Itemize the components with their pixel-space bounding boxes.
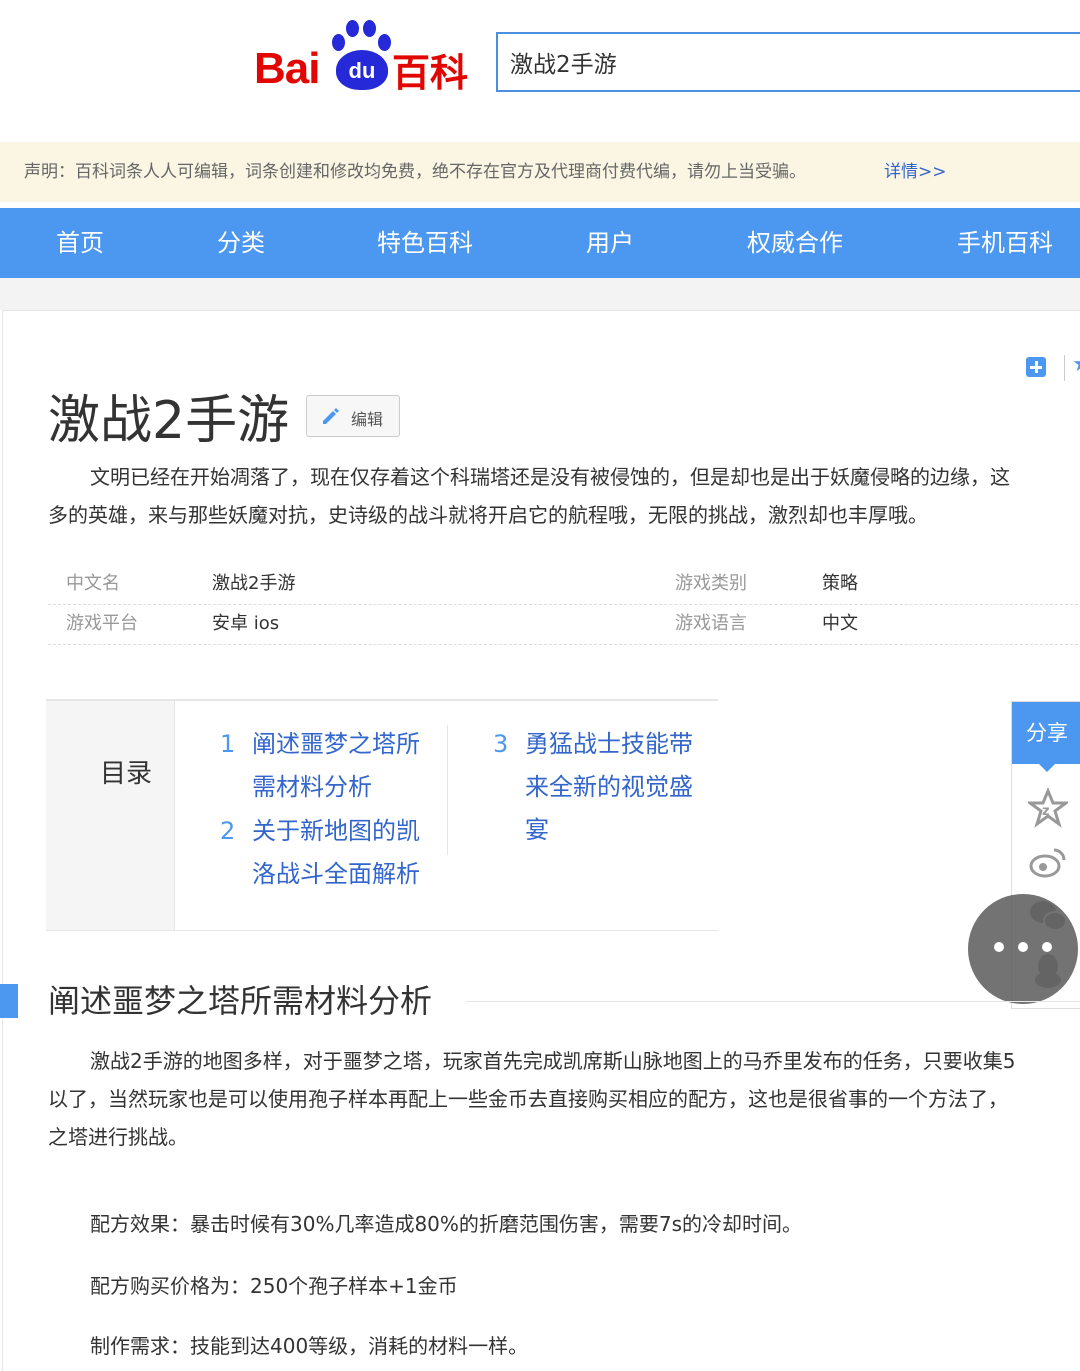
nav-item-home[interactable]: 首页 <box>56 208 104 278</box>
more-dots-icon <box>994 942 1054 956</box>
paragraph-line: 之塔进行挑战。 <box>48 1125 188 1149</box>
toc-item-text: 勇猛战士技能带 <box>525 730 693 758</box>
nav-item-mobile[interactable]: 手机百科 <box>957 208 1053 278</box>
gray-separator <box>0 278 1080 310</box>
more-options-button[interactable] <box>968 894 1078 1004</box>
baidu-baike-logo[interactable]: Bai du 百科 <box>254 18 469 95</box>
info-value: 中文 <box>822 613 858 634</box>
info-key: 游戏平台 <box>66 613 138 634</box>
nav-item-user[interactable]: 用户 <box>586 208 634 278</box>
toc-column-divider <box>447 725 448 855</box>
summary-line: 多的英雄，来与那些妖魔对抗，史诗级的战斗就将开启它的航程哦，无限的挑战，激烈却也… <box>48 503 928 527</box>
nav-item-featured[interactable]: 特色百科 <box>377 208 473 278</box>
share-header-arrow <box>1039 764 1055 772</box>
main-nav: 首页 分类 特色百科 用户 权威合作 手机百科 <box>0 208 1080 278</box>
recipe-requirement: 制作需求：技能到达400等级，消耗的材料一样。 <box>90 1334 529 1358</box>
info-value: 策略 <box>822 573 858 594</box>
logo-baike-text: 百科 <box>392 51 469 95</box>
toc-item-text: 需材料分析 <box>252 773 372 801</box>
search-input[interactable] <box>498 34 1080 90</box>
summary-line: 文明已经在开始凋落了，现在仅存着这个科瑞塔还是没有被侵蚀的，但是却也是出于妖魔侵… <box>90 465 1010 489</box>
section-paragraph: 激战2手游的地图多样，对于噩梦之塔，玩家首先完成凯席斯山脉地图上的马乔里发布的任… <box>48 1042 1080 1156</box>
toc-item-text: 宴 <box>525 816 549 844</box>
info-value: 安卓 ios <box>212 613 280 634</box>
toc-item-number: 1 <box>220 730 236 758</box>
details-link[interactable]: 详情>> <box>884 142 947 202</box>
recipe-price: 配方购买价格为：250个孢子样本+1金币 <box>90 1274 458 1298</box>
toc-title: 目录 <box>100 759 153 789</box>
toc-item-number: 2 <box>220 817 236 845</box>
paragraph-line: 以了，当然玩家也是可以使用孢子样本再配上一些金币去直接购买相应的配方，这也是很省… <box>48 1087 1008 1111</box>
info-key: 游戏类别 <box>675 573 747 594</box>
edit-button-label: 编辑 <box>351 410 384 429</box>
info-value: 激战2手游 <box>212 573 296 594</box>
nav-item-partner[interactable]: 权威合作 <box>747 208 843 278</box>
page-title: 激战2手游 <box>48 391 290 451</box>
logo-bai-text: Bai <box>254 44 320 93</box>
qzone-icon[interactable]: z <box>1028 788 1068 828</box>
svg-text:z: z <box>1042 804 1050 819</box>
info-key: 中文名 <box>66 573 120 594</box>
section-title-rule <box>466 1001 1080 1002</box>
info-row: 游戏平台 安卓 ios 游戏语言 中文 <box>48 604 1080 645</box>
toc-header: 目录 <box>46 701 175 930</box>
paragraph-line: 激战2手游的地图多样，对于噩梦之塔，玩家首先完成凯席斯山脉地图上的马乔里发布的任… <box>90 1049 1016 1073</box>
recipe-effect: 配方效果：暴击时候有30%几率造成80%的折磨范围伤害，需要7s的冷却时间。 <box>90 1212 803 1236</box>
disclaimer-notice: 声明：百科词条人人可编辑，词条创建和修改均免费，绝不存在官方及代理商付费代编，请… <box>0 142 1080 202</box>
nav-item-category[interactable]: 分类 <box>217 208 265 278</box>
search-box[interactable] <box>496 32 1080 92</box>
toc-item-text: 关于新地图的凯 <box>252 817 420 845</box>
toc-item-text: 洛战斗全面解析 <box>252 860 420 888</box>
info-key: 游戏语言 <box>675 613 747 634</box>
edit-button[interactable]: 编辑 <box>306 395 400 437</box>
pencil-icon <box>323 408 339 424</box>
header: Bai du 百科 <box>0 0 1080 140</box>
info-row: 中文名 激战2手游 游戏类别 策略 <box>48 564 1080 605</box>
section-title: 阐述噩梦之塔所需材料分析 <box>48 976 447 1022</box>
toc-item-number: 3 <box>493 730 509 758</box>
table-of-contents: 目录 1 阐述噩梦之塔所 需材料分析 2 关于新地图的凯 洛战斗全面解析 3 勇… <box>46 699 718 931</box>
paw-icon: du <box>328 20 394 90</box>
toc-item-text: 来全新的视觉盛 <box>525 773 693 801</box>
share-header: 分享 <box>1012 702 1080 764</box>
toolbar-divider <box>1064 355 1065 381</box>
add-icon[interactable] <box>1026 357 1046 377</box>
section-marker <box>0 984 18 1018</box>
disclaimer-text: 声明：百科词条人人可编辑，词条创建和修改均免费，绝不存在官方及代理商付费代编，请… <box>24 162 806 182</box>
star-icon[interactable]: ★ <box>1072 352 1080 377</box>
toc-item-text: 阐述噩梦之塔所 <box>252 730 420 758</box>
summary: 文明已经在开始凋落了，现在仅存着这个科瑞塔还是没有被侵蚀的，但是却也是出于妖魔侵… <box>48 458 1080 534</box>
logo-du-text: du <box>336 50 388 90</box>
weibo-icon[interactable] <box>1028 842 1068 882</box>
